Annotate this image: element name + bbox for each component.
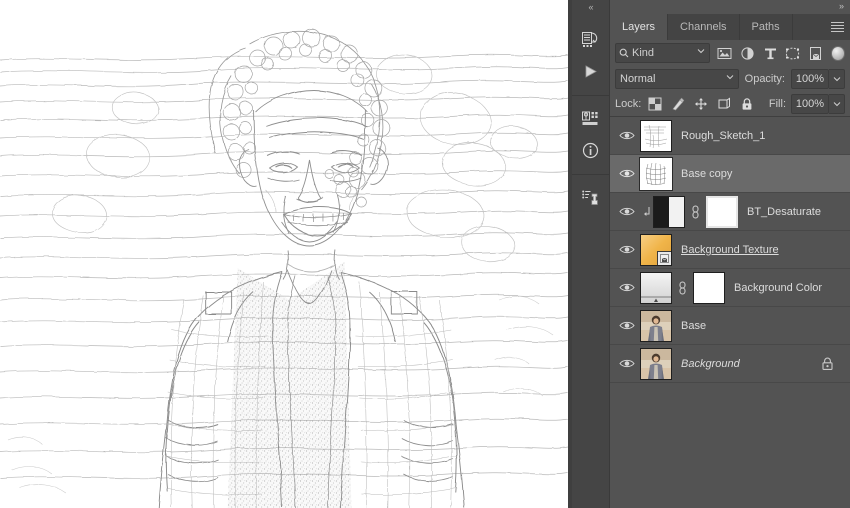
layer-visibility-eye-icon[interactable]: [613, 117, 640, 154]
fill-stepper[interactable]: [829, 93, 845, 114]
layer-thumb-group[interactable]: [640, 271, 725, 304]
layer-name: Base: [681, 319, 707, 332]
opacity-stepper[interactable]: [829, 68, 845, 89]
info-icon[interactable]: [576, 135, 606, 165]
layer-name: Base copy: [681, 167, 733, 180]
document-canvas[interactable]: [0, 0, 569, 508]
sketch-artwork: [0, 0, 569, 508]
layer-name: Background Color: [734, 281, 823, 294]
filter-kind-label: Kind: [632, 47, 655, 59]
layer-locked-icon: [821, 356, 834, 376]
filter-pixel-layers-icon[interactable]: [715, 44, 733, 63]
link-icon[interactable]: [690, 205, 701, 219]
rail-group-properties: [572, 96, 609, 175]
opacity-label: Opacity:: [744, 72, 785, 85]
filter-smart-object-icon[interactable]: [807, 44, 825, 63]
chevron-down-icon: [698, 49, 705, 54]
tab-paths-label: Paths: [751, 21, 780, 33]
rail-group-actions: [572, 17, 609, 96]
table-row[interactable]: Background: [610, 345, 850, 383]
fill-value[interactable]: 100%: [791, 93, 829, 114]
layer-list[interactable]: Rough_Sketch_1 Base copy BT_Desaturate B…: [610, 117, 850, 508]
table-row[interactable]: Base: [610, 307, 850, 345]
actions-icon[interactable]: [576, 24, 606, 54]
gradient-fill-thumbnail[interactable]: [640, 271, 672, 304]
panel-collapse-icon[interactable]: »: [839, 1, 844, 11]
layer-thumb-group[interactable]: [640, 309, 672, 342]
clone-source-icon[interactable]: [576, 182, 606, 212]
chevron-down-icon: [726, 74, 733, 79]
layer-thumb-group[interactable]: [653, 195, 738, 228]
lock-image-pixels-icon[interactable]: [669, 95, 687, 113]
layer-visibility-eye-icon[interactable]: [613, 155, 640, 192]
layer-thumbnail[interactable]: [640, 347, 672, 380]
tab-layers-label: Layers: [622, 21, 656, 33]
lock-position-icon[interactable]: [692, 95, 710, 113]
filter-kind-select[interactable]: Kind: [615, 43, 711, 63]
tab-layers[interactable]: Layers: [610, 14, 669, 40]
filter-shape-icon[interactable]: [784, 44, 802, 63]
opacity-control[interactable]: 100%: [791, 68, 845, 89]
play-icon[interactable]: [576, 56, 606, 86]
layer-thumb-group[interactable]: [640, 347, 672, 380]
layers-panel: » Layers Channels Paths Kind Normal Opac…: [610, 0, 850, 508]
layer-name: Rough_Sketch_1: [681, 129, 766, 142]
lock-artboard-nesting-icon[interactable]: [715, 95, 733, 113]
layer-visibility-eye-icon[interactable]: [613, 269, 640, 306]
layer-mask-thumbnail[interactable]: [693, 271, 725, 304]
lock-transparent-pixels-icon[interactable]: [646, 95, 664, 113]
panel-topbar: »: [610, 0, 850, 14]
properties-icon[interactable]: [576, 103, 606, 133]
layer-thumb-group[interactable]: [640, 233, 672, 266]
layer-thumb-group[interactable]: [639, 156, 673, 191]
layer-thumbnail[interactable]: [640, 309, 672, 342]
lock-row: Lock: Fill: 100%: [610, 91, 850, 117]
clipping-mask-icon: [642, 206, 653, 217]
layer-name: Background Texture: [681, 243, 779, 256]
photoshop-window: « » Layers Channels Paths Kind Normal Op…: [0, 0, 850, 508]
filter-type-icon[interactable]: [761, 44, 779, 63]
filter-enable-toggle[interactable]: [830, 45, 845, 61]
rail-header: «: [572, 0, 609, 17]
table-row[interactable]: Rough_Sketch_1: [610, 117, 850, 155]
adjustment-thumbnail[interactable]: [653, 195, 685, 228]
layer-thumb-group[interactable]: [640, 119, 672, 152]
lock-all-icon[interactable]: [738, 95, 756, 113]
link-icon[interactable]: [677, 281, 688, 295]
blend-mode-value: Normal: [620, 72, 656, 85]
layer-filter-row: Kind: [610, 40, 850, 66]
filter-adjustment-icon[interactable]: [738, 44, 756, 63]
layer-visibility-eye-icon[interactable]: [613, 231, 640, 268]
rail-collapse-icon[interactable]: «: [589, 3, 594, 12]
tab-channels-label: Channels: [680, 21, 727, 33]
layer-visibility-eye-icon[interactable]: [613, 193, 640, 230]
fill-control[interactable]: 100%: [791, 93, 845, 114]
panel-tab-bar: Layers Channels Paths: [610, 14, 850, 40]
fill-label: Fill:: [768, 97, 786, 110]
layer-thumbnail[interactable]: [640, 233, 672, 266]
lock-label: Lock:: [615, 97, 642, 110]
table-row[interactable]: Base copy: [610, 155, 850, 193]
layer-visibility-eye-icon[interactable]: [613, 307, 640, 344]
layer-name: BT_Desaturate: [747, 205, 821, 218]
layer-thumbnail[interactable]: [639, 156, 673, 191]
panel-menu-icon[interactable]: [824, 14, 850, 40]
blend-mode-select[interactable]: Normal: [615, 68, 739, 89]
table-row[interactable]: BT_Desaturate: [610, 193, 850, 231]
layer-mask-thumbnail[interactable]: [706, 195, 738, 228]
search-icon: [619, 48, 629, 58]
table-row[interactable]: Background Texture: [610, 231, 850, 269]
rail-group-clone-source: [572, 175, 609, 221]
opacity-value[interactable]: 100%: [791, 68, 829, 89]
smart-object-badge-icon: [657, 250, 671, 265]
tab-channels[interactable]: Channels: [668, 14, 740, 40]
blend-mode-row: Normal Opacity: 100%: [610, 66, 850, 91]
layer-visibility-eye-icon[interactable]: [613, 345, 640, 382]
layer-name: Background: [681, 357, 740, 370]
table-row[interactable]: Background Color: [610, 269, 850, 307]
tab-paths[interactable]: Paths: [739, 14, 793, 40]
layer-thumbnail[interactable]: [640, 119, 672, 152]
mini-panel-dock: «: [572, 0, 610, 508]
